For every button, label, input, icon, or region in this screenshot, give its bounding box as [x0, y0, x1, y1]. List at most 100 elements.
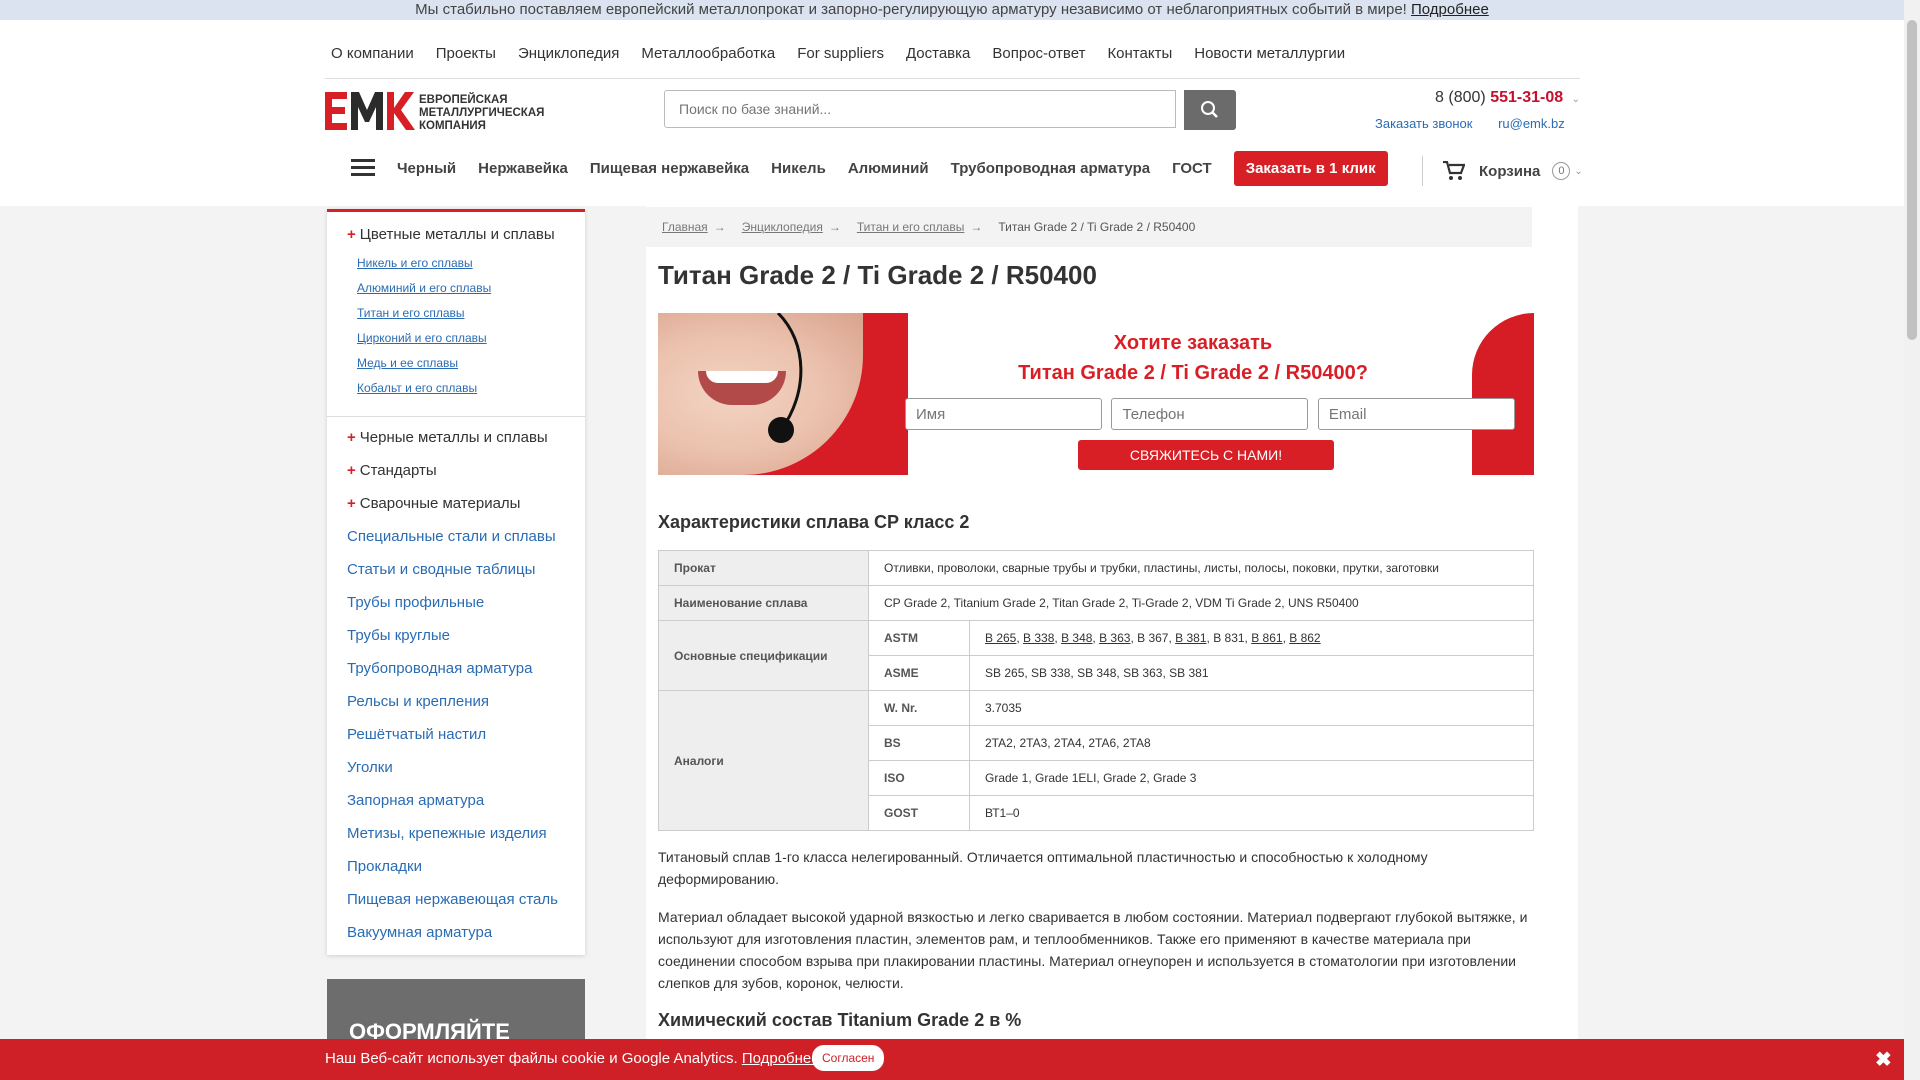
- banner-form: [905, 398, 1520, 430]
- menu-icon[interactable]: [351, 159, 375, 177]
- page-scrollbar[interactable]: [1904, 0, 1920, 1080]
- topnav-suppliers[interactable]: For suppliers: [797, 45, 884, 62]
- sidebar-catalog: + Цветные металлы и сплавы Никель и его с…: [327, 209, 585, 955]
- phone-prefix: 8 (800): [1435, 89, 1486, 106]
- table-row: Наименование сплава CP Grade 2, Titanium…: [658, 585, 1534, 621]
- headset-icon: [776, 313, 803, 431]
- cookie-text: Наш Веб-сайт использует файлы cookie и G…: [325, 1050, 820, 1067]
- breadcrumb-home[interactable]: Главная: [662, 220, 708, 234]
- spec-label: Прокат: [658, 550, 869, 586]
- arrow-right-icon: →: [828, 220, 841, 234]
- spec-value: CP Grade 2, Titanium Grade 2, Titan Grad…: [868, 585, 1534, 621]
- topnav-delivery[interactable]: Доставка: [906, 45, 970, 62]
- chevron-down-icon[interactable]: ⌄: [1574, 166, 1582, 177]
- sidebar-sub-cobalt[interactable]: Кобальт и его сплавы: [357, 381, 565, 406]
- email-field[interactable]: [1317, 398, 1515, 430]
- standard-name: ASME: [868, 655, 970, 691]
- close-icon[interactable]: ✖: [1875, 1047, 1892, 1072]
- nav-pipe-fittings[interactable]: Трубопроводная арматура: [951, 160, 1150, 177]
- astm-link[interactable]: B 861: [1251, 631, 1282, 645]
- sidebar-link-profile-pipes[interactable]: Трубы профильные: [327, 586, 585, 619]
- chemical-heading: Химический состав Titanium Grade 2 в %: [658, 1010, 1022, 1030]
- topnav-faq[interactable]: Вопрос-ответ: [992, 45, 1085, 62]
- callback-link[interactable]: Заказать звонок: [1375, 116, 1472, 131]
- contact-us-button[interactable]: СВЯЖИТЕСЬ С НАМИ!: [1078, 440, 1334, 470]
- cart-button[interactable]: Корзина 0 ⌄: [1422, 156, 1583, 186]
- nav-food-stainless[interactable]: Пищевая нержавейка: [590, 160, 749, 177]
- astm-link[interactable]: B 338: [1023, 631, 1054, 645]
- spec-label: Аналоги: [658, 690, 869, 831]
- astm-link[interactable]: B 348: [1061, 631, 1092, 645]
- astm-link[interactable]: B 862: [1289, 631, 1320, 645]
- sidebar-link-special-steels[interactable]: Специальные стали и сплавы: [327, 520, 585, 553]
- sidebar-sub-titanium[interactable]: Титан и его сплавы: [357, 306, 565, 331]
- sidebar-link-round-pipes[interactable]: Трубы круглые: [327, 619, 585, 652]
- sidebar-item-ferrous[interactable]: + Черные металлы и сплавы: [327, 421, 585, 454]
- sidebar-sub-zirconium[interactable]: Цирконий и его сплавы: [357, 331, 565, 356]
- banner-decor: [1472, 313, 1534, 475]
- sidebar-link-gaskets[interactable]: Прокладки: [327, 850, 585, 883]
- chevron-down-icon[interactable]: ⌄: [1572, 94, 1580, 105]
- sidebar-link-angles[interactable]: Уголки: [327, 751, 585, 784]
- phone-number[interactable]: 8 (800) 551-31-08 ⌄: [1435, 89, 1580, 107]
- cookie-banner: Наш Веб-сайт использует файлы cookie и G…: [0, 1039, 1904, 1080]
- breadcrumb-current: Титан Grade 2 / Ti Grade 2 / R50400: [998, 220, 1196, 234]
- sidebar-link-articles[interactable]: Статьи и сводные таблицы: [327, 553, 585, 586]
- topnav-encyclopedia[interactable]: Энциклопедия: [518, 45, 619, 62]
- topnav-news[interactable]: Новости металлургии: [1194, 45, 1345, 62]
- nav-aluminum[interactable]: Алюминий: [848, 160, 929, 177]
- quick-order-button[interactable]: Заказать в 1 клик: [1233, 150, 1388, 186]
- sidebar-link-food-steel[interactable]: Пищевая нержавеющая сталь: [327, 883, 585, 916]
- name-field[interactable]: [905, 398, 1102, 430]
- sidebar-link-grating[interactable]: Решётчатый настил: [327, 718, 585, 751]
- logo-emblem: ЕВРОПЕЙСКАЯ МЕТАЛЛУРГИЧЕСКАЯ КОМПАНИЯ: [325, 92, 544, 132]
- svg-text:ЕВРОПЕЙСКАЯ: ЕВРОПЕЙСКАЯ: [419, 93, 508, 106]
- sidebar-group-nonferrous: + Цветные металлы и сплавы Никель и его с…: [327, 212, 585, 417]
- sidebar-link-pipe-fittings[interactable]: Трубопроводная арматура: [327, 652, 585, 685]
- standard-name: BS: [868, 725, 970, 761]
- description-paragraph: Материал обладает высокой ударной вязкос…: [658, 909, 1528, 991]
- sidebar-link-fasteners[interactable]: Метизы, крепежные изделия: [327, 817, 585, 850]
- standard-name: ASTM: [868, 620, 970, 656]
- topnav-projects[interactable]: Проекты: [436, 45, 496, 62]
- search-button[interactable]: [1184, 90, 1236, 130]
- astm-link[interactable]: B 363: [1099, 631, 1130, 645]
- topnav-contacts[interactable]: Контакты: [1107, 45, 1172, 62]
- nav-black[interactable]: Черный: [397, 160, 456, 177]
- nav-nickel[interactable]: Никель: [771, 160, 826, 177]
- sidebar-sub-aluminum[interactable]: Алюминий и его сплавы: [357, 281, 565, 306]
- cookie-more-link[interactable]: Подробнее: [742, 1050, 820, 1067]
- sidebar-link-valves[interactable]: Запорная арматура: [327, 784, 585, 817]
- email-link[interactable]: ru@emk.bz: [1498, 116, 1565, 131]
- topnav-about[interactable]: О компании: [331, 45, 414, 62]
- sidebar-link-vacuum[interactable]: Вакуумная арматура: [327, 916, 585, 949]
- astm-values: B 265, B 338, B 348, B 363, B 367, B 381…: [969, 620, 1534, 656]
- top-notice-link[interactable]: Подробнее: [1411, 1, 1489, 18]
- standard-name: ISO: [868, 760, 970, 796]
- nav-stainless[interactable]: Нержавейка: [478, 160, 568, 177]
- spec-value: 3.7035: [969, 690, 1534, 726]
- topnav-metalworking[interactable]: Металлообработка: [641, 45, 775, 62]
- sidebar-sub-nickel[interactable]: Никель и его сплавы: [357, 256, 565, 281]
- page-title: Титан Grade 2 / Ti Grade 2 / R50400: [658, 260, 1097, 290]
- search-input[interactable]: [664, 90, 1176, 128]
- breadcrumb-encyclopedia[interactable]: Энциклопедия: [742, 220, 823, 234]
- search-icon: [1201, 101, 1218, 118]
- astm-link[interactable]: B 381: [1175, 631, 1206, 645]
- sidebar-item-welding[interactable]: + Сварочные материалы: [327, 487, 585, 520]
- sidebar-link-rails[interactable]: Рельсы и крепления: [327, 685, 585, 718]
- phone-main: 551-31-08: [1490, 89, 1564, 106]
- scrollbar-thumb[interactable]: [1907, 20, 1917, 340]
- sidebar-item-standards[interactable]: + Стандарты: [327, 454, 585, 487]
- cookie-accept-button[interactable]: Согласен: [812, 1045, 885, 1071]
- sidebar-sub-copper[interactable]: Медь и ее сплавы: [357, 356, 565, 381]
- plus-icon: +: [347, 495, 356, 512]
- phone-field[interactable]: [1111, 398, 1309, 430]
- astm-link[interactable]: B 265: [985, 631, 1016, 645]
- breadcrumb-titanium[interactable]: Титан и его сплавы: [857, 220, 965, 234]
- sidebar-group-title[interactable]: + Цветные металлы и сплавы: [347, 226, 565, 243]
- astm-text: B 831: [1213, 631, 1245, 645]
- nav-gost[interactable]: ГОСТ: [1172, 160, 1212, 177]
- standard-name: W. Nr.: [868, 690, 970, 726]
- company-logo[interactable]: ЕВРОПЕЙСКАЯ МЕТАЛЛУРГИЧЕСКАЯ КОМПАНИЯ: [325, 90, 570, 132]
